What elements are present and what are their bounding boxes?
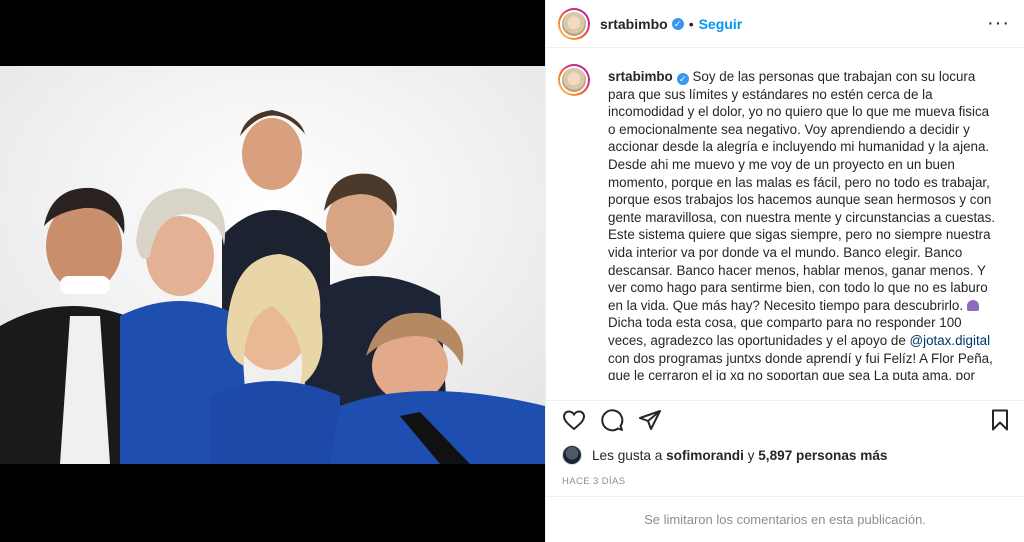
post-header: srtabimbo ✓ • Seguir ··· [546,0,1024,48]
caption-line: veces, agradezco las oportunidades y el … [608,332,906,348]
separator-dot: • [688,15,694,32]
heart-icon[interactable] [562,408,586,432]
caption-line: gente maravillosa, con nuestra mente y c… [608,209,996,225]
media-pane [0,0,545,542]
caption-line: porque esos trabajos los hacemos aunque … [608,192,992,208]
caption-text: srtabimbo ✓ Soy de las personas que traba… [608,68,995,380]
more-options-icon[interactable]: ··· [987,12,1010,35]
verified-badge-icon: ✓ [671,17,684,30]
caption-line: accionar desde la alegría e incluyendo m… [608,139,990,155]
comments-limited-notice: Se limitaron los comentarios en esta pub… [546,496,1024,542]
liker-avatar[interactable] [562,445,582,465]
likes-middle: y [747,447,755,463]
caption-username[interactable]: srtabimbo [608,69,673,84]
bookmark-icon[interactable] [988,408,1012,432]
post-photo[interactable] [0,66,545,464]
caption-line: incomodidad y el dolor, yo no quiero que… [608,104,990,120]
likes-prefix: Les gusta a [592,447,663,463]
caption-line: Desde ahi me muevo y me voy de un proyec… [608,156,955,172]
liker-username[interactable]: sofimorandi [666,448,744,463]
caption-verified-icon: ✓ [676,73,689,85]
follow-button[interactable]: Seguir [699,16,743,32]
share-icon[interactable] [638,408,662,432]
caption-line: ver como hago para sentirme bien, con to… [608,280,988,296]
caption-line: momento, porque en las malas es fácil, p… [608,174,990,190]
likes-summary: Les gusta a sofimorandi y 5,897 personas… [562,445,887,465]
caption-line: Este sistema quiere que sigas siempre, p… [608,227,991,243]
caption-area: srtabimbo ✓ Soy de las personas que traba… [546,48,1024,380]
action-bar [546,400,1024,438]
caption-line: Dicha toda esta cosa, que comparto para … [608,315,962,331]
caption-line: en la vida. Que más hay? Necesito tiempo… [608,297,964,313]
post-timestamp[interactable]: HACE 3 DÍAS [562,476,626,487]
emoji-icon [967,299,980,311]
caption-line: Soy de las personas que trabajan con su … [692,69,976,84]
author-avatar[interactable] [558,7,590,40]
caption-line: para que sus límites y estándares no est… [608,86,933,102]
caption-line: vida interior va por donde va el mundo. … [608,244,963,260]
caption-avatar[interactable] [558,64,590,96]
post-sidebar: srtabimbo ✓ • Seguir ··· srtabimbo ✓ Soy … [545,0,1024,542]
caption-line: con dos programas juntxs donde aprendí y… [608,350,993,366]
caption-line: descansar. Banco hacer menos, hablar men… [608,262,986,278]
comment-icon[interactable] [600,408,624,432]
caption-line: o emocionalmente sea negativo. Voy apren… [608,121,970,137]
author-username[interactable]: srtabimbo [600,16,668,32]
likes-count[interactable]: 5,897 personas más [758,448,887,463]
mention-link[interactable]: @jotax.digital [910,333,991,348]
caption-line: que le cerraron el ig xq no soportan que… [608,368,975,380]
